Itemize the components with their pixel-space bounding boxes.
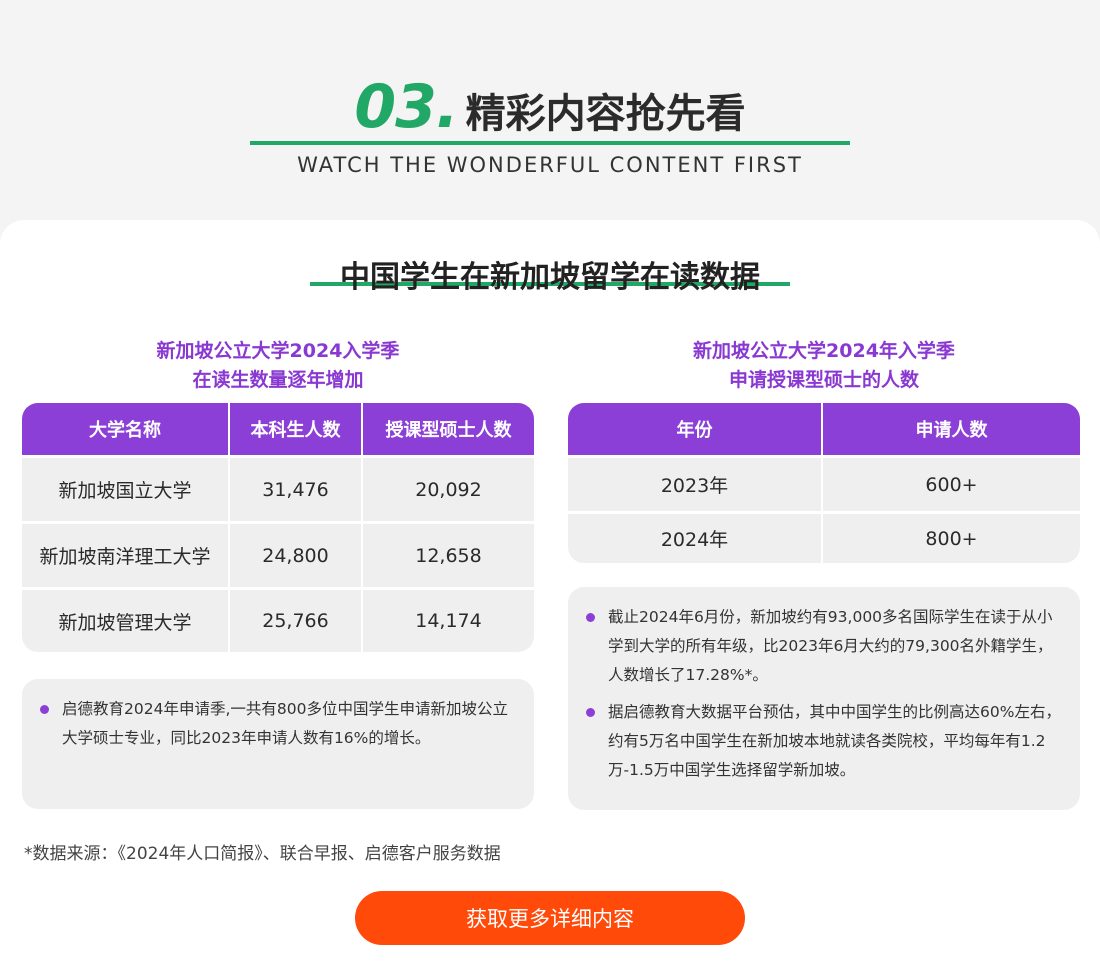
cell-undergraduate: 31,476 <box>230 458 363 521</box>
note-item: 据启德教育大数据平台预估，其中中国学生的比例高达60%左右，约有5万名中国学生在… <box>586 698 1062 785</box>
section-header: 03. 精彩内容抢先看 WATCH THE WONDERFUL CONTENT F… <box>0 0 1100 220</box>
cell-year: 2024年 <box>568 514 823 563</box>
university-enrollment-table: 大学名称 本科生人数 授课型硕士人数 新加坡国立大学 31,476 20,092… <box>22 403 534 652</box>
left-section-title: 新加坡公立大学2024入学季 在读生数量逐年增加 <box>22 337 534 395</box>
applicants-table: 年份 申请人数 2023年 600+ 2024年 800+ <box>568 403 1080 563</box>
header-underline <box>250 141 850 145</box>
note-text: 据启德教育大数据平台预估，其中中国学生的比例高达60%左右，约有5万名中国学生在… <box>608 703 1061 779</box>
cell-university: 新加坡国立大学 <box>22 458 230 521</box>
bullet-dot-icon <box>40 705 49 714</box>
table-row: 2024年 800+ <box>568 511 1080 563</box>
data-source-text: *数据来源：《2024年人口简报》、联合早报、启德客户服务数据 <box>24 844 501 864</box>
cell-applicants: 800+ <box>925 527 978 550</box>
table-header: 年份 申请人数 <box>568 403 1080 455</box>
left-title-line2: 在读生数量逐年增加 <box>192 369 364 391</box>
cell-taught-master: 20,092 <box>415 478 482 501</box>
column-header-taught-master: 授课型硕士人数 <box>385 420 512 441</box>
cell-year: 2023年 <box>568 458 823 511</box>
content-card: 中国学生在新加坡留学在读数据 新加坡公立大学2024入学季 在读生数量逐年增加 … <box>0 220 1100 977</box>
note-item: 截止2024年6月份，新加坡约有93,000多名国际学生在读于从小学到大学的所有… <box>586 603 1062 690</box>
table-row: 新加坡南洋理工大学 24,800 12,658 <box>22 521 534 587</box>
column-header-year: 年份 <box>568 403 823 455</box>
header-title: 03. 精彩内容抢先看 <box>0 72 1100 142</box>
card-title: 中国学生在新加坡留学在读数据 <box>340 260 760 295</box>
left-note-box: 启德教育2024年申请季,一共有800多位中国学生申请新加坡公立大学硕士专业，同… <box>22 679 534 809</box>
right-section-title: 新加坡公立大学2024年入学季 申请授课型硕士的人数 <box>568 337 1080 395</box>
get-more-details-button[interactable]: 获取更多详细内容 <box>355 891 745 945</box>
note-item: 启德教育2024年申请季,一共有800多位中国学生申请新加坡公立大学硕士专业，同… <box>40 695 516 753</box>
right-title-line1: 新加坡公立大学2024年入学季 <box>693 340 955 362</box>
cell-taught-master: 12,658 <box>415 544 482 567</box>
cell-university: 新加坡南洋理工大学 <box>22 524 230 587</box>
cell-undergraduate: 24,800 <box>230 524 363 587</box>
section-title: 精彩内容抢先看 <box>465 91 746 137</box>
section-number: 03. <box>354 72 458 142</box>
table-row: 新加坡管理大学 25,766 14,174 <box>22 587 534 652</box>
left-title-line1: 新加坡公立大学2024入学季 <box>156 340 400 362</box>
section-subtitle: WATCH THE WONDERFUL CONTENT FIRST <box>297 153 803 177</box>
cell-applicants: 600+ <box>925 473 978 496</box>
column-header-undergraduate: 本科生人数 <box>230 403 363 455</box>
note-text: 启德教育2024年申请季,一共有800多位中国学生申请新加坡公立大学硕士专业，同… <box>62 700 508 747</box>
table-row: 新加坡国立大学 31,476 20,092 <box>22 455 534 521</box>
column-header-university: 大学名称 <box>22 403 230 455</box>
table-row: 2023年 600+ <box>568 455 1080 511</box>
cell-taught-master: 14,174 <box>415 610 482 632</box>
right-title-line2: 申请授课型硕士的人数 <box>728 369 919 391</box>
cell-undergraduate: 25,766 <box>230 590 363 652</box>
table-header: 大学名称 本科生人数 授课型硕士人数 <box>22 403 534 455</box>
bullet-dot-icon <box>586 708 595 717</box>
column-header-applicants: 申请人数 <box>915 420 988 441</box>
cell-university: 新加坡管理大学 <box>22 590 230 652</box>
note-text: 截止2024年6月份，新加坡约有93,000多名国际学生在读于从小学到大学的所有… <box>608 608 1053 684</box>
right-note-box: 截止2024年6月份，新加坡约有93,000多名国际学生在读于从小学到大学的所有… <box>568 587 1080 810</box>
bullet-dot-icon <box>586 613 595 622</box>
